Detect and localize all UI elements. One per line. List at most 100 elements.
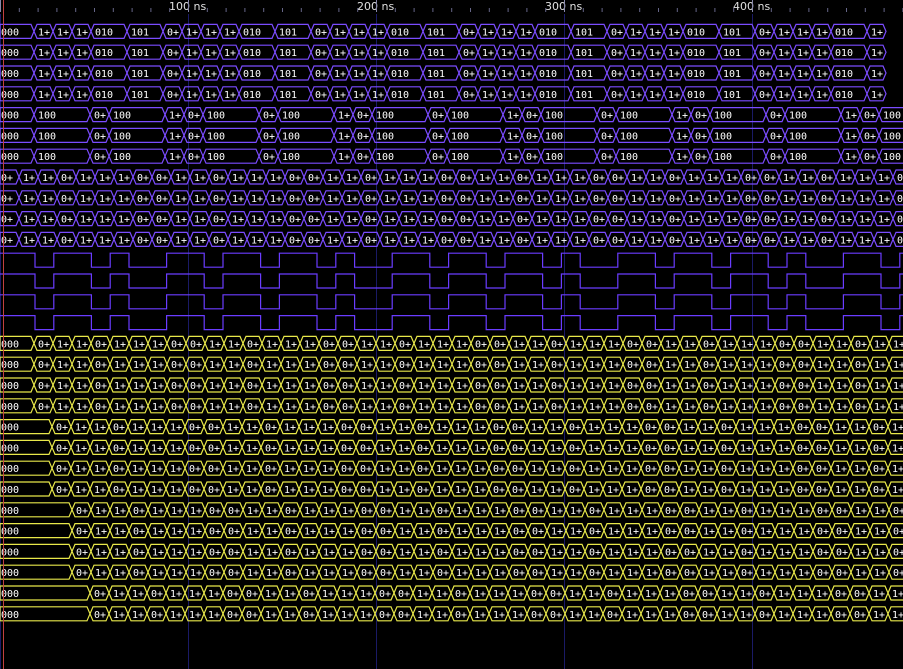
bus-value-label: 0+: [601, 131, 613, 142]
time-cursor[interactable]: [3, 0, 4, 669]
bus-value-label: 0+: [797, 443, 809, 454]
bus-value-label: 0+: [341, 443, 353, 454]
bus-value-label: 1+: [285, 402, 297, 413]
waveform-viewer[interactable]: 100 ns 200 ns 300 ns 400 ns 000 1+ 1+ 1+ 010…: [0, 0, 903, 669]
bus-value-label: 0+: [816, 443, 828, 454]
bus-value-label: 0+: [188, 111, 200, 122]
bus-value-label: 1+: [740, 610, 752, 621]
bus-value-label: 1+: [114, 381, 126, 392]
bus-value-label: 1+: [513, 339, 525, 350]
bus-value-label: 1+: [422, 235, 434, 246]
bus-value-label: 1+: [740, 423, 752, 434]
bus-value-label: 0+: [532, 568, 544, 579]
bus-value-label: 0+: [285, 506, 297, 517]
bus-value-label: 1+: [589, 402, 601, 413]
bus-value-label: 0+: [246, 610, 258, 621]
bus-value-label: 1+: [646, 527, 658, 538]
bus-value-label: 1+: [23, 194, 35, 205]
bus-value-label: 0+: [95, 339, 107, 350]
bus-value-label: 101: [279, 48, 297, 59]
bus-value-label: 101: [427, 90, 445, 101]
bus-value-label: 0+: [494, 381, 506, 392]
bus-value-label: 1+: [353, 90, 365, 101]
bus-value-label: 100: [620, 152, 638, 163]
bus-value-label: 1+: [840, 173, 852, 184]
bus-value-label: 1+: [760, 527, 772, 538]
bus-value-label: 1+: [338, 131, 350, 142]
bus-value-label: 010: [835, 90, 853, 101]
bus-value-label: 100: [282, 152, 300, 163]
bus-value-label: 1+: [57, 27, 69, 38]
bus-value-label: 1+: [684, 381, 696, 392]
bus-value-label: 1+: [631, 235, 643, 246]
bus-value-label: 0+: [797, 423, 809, 434]
bus-value-label: 1+: [650, 173, 662, 184]
bus-value-label: 1+: [171, 527, 183, 538]
bus-value-label: 1+: [798, 547, 810, 558]
bus-value-label: 1+: [270, 235, 282, 246]
bus-value-label: 0+: [342, 339, 354, 350]
bus-value-label: 1+: [380, 360, 392, 371]
bus-value-label: 100: [789, 152, 807, 163]
bus-value-label: 0+: [821, 173, 833, 184]
bus-value-label: 1+: [817, 339, 829, 350]
bus-value-label: 0+: [764, 235, 776, 246]
bus-value-label: 1+: [494, 527, 506, 538]
bus-value-label: 1+: [94, 443, 106, 454]
bus-value-label: 0+: [836, 547, 848, 558]
bus-value-label: 1+: [650, 194, 662, 205]
bus-value-label: 0+: [821, 235, 833, 246]
bus-value-label: 100: [714, 111, 732, 122]
bus-value-label: 1+: [631, 215, 643, 226]
bus-value-label: 1+: [303, 464, 315, 475]
bus-value-label: 0+: [95, 381, 107, 392]
bus-value-label: 1+: [228, 381, 240, 392]
bus-value-label: 1+: [246, 485, 258, 496]
bus-value-label: 1+: [630, 69, 642, 80]
bus-value-label: 1+: [327, 194, 339, 205]
bus-value-label: 0+: [308, 173, 320, 184]
bus-value-label: 1+: [871, 69, 883, 80]
bus-value-label: 1+: [536, 173, 548, 184]
bus-value-label: 0+: [683, 610, 695, 621]
bus-value-label: 0+: [247, 402, 259, 413]
bus-value-label: 0+: [664, 464, 676, 475]
bus-value-label: 1+: [760, 339, 772, 350]
bus-value-label: 010: [539, 48, 557, 59]
bus-value-label: 0+: [399, 339, 411, 350]
bus-value-label: 1+: [205, 69, 217, 80]
bus-value-label: 1+: [722, 547, 734, 558]
bus-value-label: 0+: [897, 173, 903, 184]
bus-value-label: 0+: [669, 194, 681, 205]
bus-value-label: 1+: [588, 610, 600, 621]
bus-value-label: 0+: [323, 339, 335, 350]
bus-value-label: 1+: [95, 506, 107, 517]
bus-value-label: 1+: [507, 152, 519, 163]
bus-value-label: 1+: [835, 464, 847, 475]
bus-value-label: 1+: [574, 173, 586, 184]
bus-value-label: 1+: [555, 194, 567, 205]
bus-value-label: 1+: [759, 464, 771, 475]
bus-value-label: 010: [95, 90, 113, 101]
bus-value-label: 1+: [778, 610, 790, 621]
bus-value-label: 1+: [227, 423, 239, 434]
bus-value-label: 0+: [56, 485, 68, 496]
bus-value-label: 100: [714, 131, 732, 142]
bus-value-label: 0+: [702, 610, 714, 621]
bus-value-label: 0+: [357, 152, 369, 163]
bus-value-label: 1+: [608, 402, 620, 413]
bus-value-label: 1+: [840, 235, 852, 246]
bus-value-label: 1+: [878, 215, 890, 226]
bus-value-label: 1+: [76, 27, 88, 38]
bus-value-label: 1+: [322, 485, 334, 496]
bus-value-label: 0+: [551, 339, 563, 350]
bus-value-label: 1+: [840, 215, 852, 226]
bus-value-label: 1+: [783, 173, 795, 184]
bus-value-label: 1+: [726, 194, 738, 205]
bus-value-label: 1+: [684, 339, 696, 350]
bus-value-label: 1+: [482, 90, 494, 101]
bus-value-label: 0+: [531, 610, 543, 621]
bus-value-label: 1+: [57, 339, 69, 350]
bus-value-label: 1+: [113, 610, 125, 621]
waveform-canvas[interactable]: 000 1+ 1+ 1+ 010 101 0+ 1+ 1+ 1+ 010 101 0+ 1+ 1+ 1+ 010…: [0, 0, 903, 669]
